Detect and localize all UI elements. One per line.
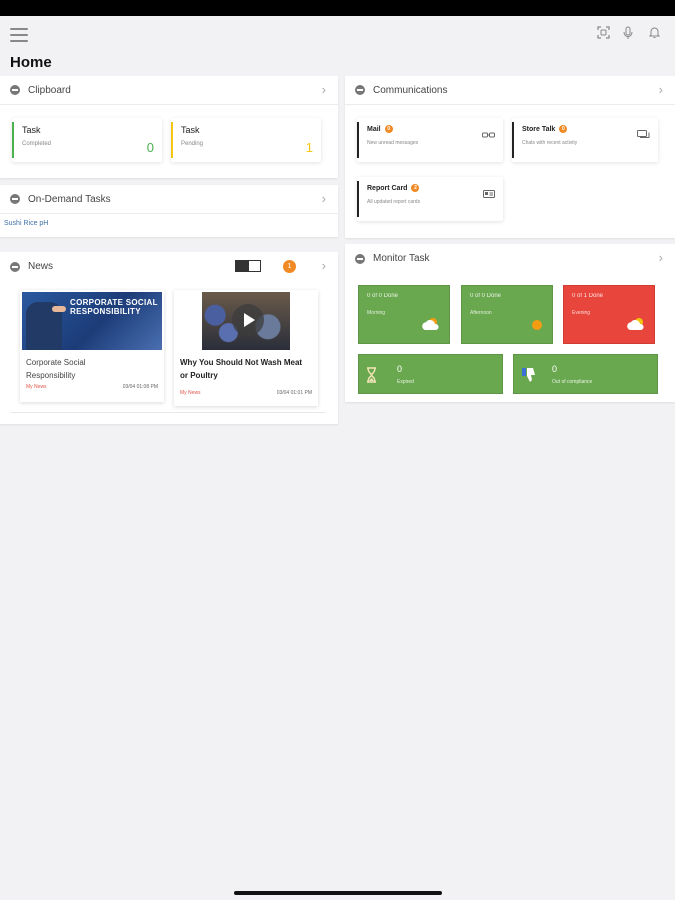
collapse-icon[interactable] [355, 85, 365, 95]
clipboard-card: Clipboard › Task Completed 0 Task Pendin… [0, 76, 338, 178]
tile-sub: Completed [22, 141, 52, 147]
clipboard-header[interactable]: Clipboard › [0, 76, 338, 105]
news-item-title: Corporate Social Responsibility [26, 358, 86, 380]
task-completed-tile[interactable]: Task Completed 0 [12, 118, 162, 162]
tile-count: 0 [146, 140, 154, 155]
bell-icon[interactable] [648, 26, 661, 40]
chevron-right-icon[interactable]: › [322, 82, 326, 97]
menu-icon[interactable] [10, 28, 28, 42]
tile-badge: 0 [384, 125, 393, 133]
news-thumbnail: CORPORATE SOCIAL RESPONSIBILITY [22, 292, 162, 350]
tile-sub: Pending [181, 141, 204, 147]
sun-icon [530, 318, 544, 337]
collapse-icon[interactable] [10, 85, 20, 95]
monitor-title: Monitor Task [373, 253, 430, 264]
collapse-icon[interactable] [10, 261, 20, 272]
afternoon-tile[interactable]: 0 of 0 Done Afternoon [461, 285, 553, 344]
home-indicator[interactable] [234, 891, 442, 895]
tile-count: 1 [305, 140, 313, 155]
microphone-icon[interactable] [623, 26, 635, 40]
cloud-sun-icon [626, 316, 646, 337]
chat-icon [637, 126, 650, 144]
tile-status: 0 of 0 Done [470, 293, 502, 299]
tile-label: Expired [397, 379, 414, 385]
ondemand-title: On-Demand Tasks [28, 193, 111, 205]
tile-badge: 2 [411, 184, 420, 192]
monitor-header[interactable]: Monitor Task › [345, 244, 675, 273]
tile-label: Store Talk [522, 125, 556, 133]
ondemand-card: On-Demand Tasks › Sushi Rice pH [0, 185, 338, 237]
morning-tile[interactable]: 0 of 0 Done Morning [358, 285, 450, 344]
news-date: 03/04 01:01 PM [276, 390, 312, 396]
id-card-icon [483, 185, 495, 203]
pointing-hand [52, 306, 66, 312]
tile-sub: Chats with recent activity [522, 140, 578, 146]
communications-card: Communications › Mail 0 New unread messag… [345, 76, 675, 238]
news-item-title: Why You Should Not Wash Meat or Poultry [180, 358, 303, 380]
hourglass-icon [366, 367, 377, 388]
clipboard-title: Clipboard [28, 84, 71, 96]
glasses-icon [482, 126, 495, 144]
tile-sub: All updated report cards [367, 199, 421, 205]
news-source: My News [26, 384, 47, 390]
tile-label: Mail [367, 125, 381, 133]
news-item-1[interactable]: CORPORATE SOCIAL RESPONSIBILITY Corporat… [20, 290, 164, 402]
top-bar: Home [0, 16, 675, 76]
thumbs-down-icon [521, 367, 537, 388]
ondemand-header[interactable]: On-Demand Tasks › [0, 185, 338, 214]
report-card-tile[interactable]: Report Card 2 All updated report cards [357, 177, 503, 221]
page-title: Home [10, 54, 52, 71]
partly-cloudy-icon [421, 316, 441, 337]
video-thumbnail [202, 292, 290, 350]
expired-tile[interactable]: 0 Expired [358, 354, 503, 394]
communications-header[interactable]: Communications › [345, 76, 675, 105]
store-talk-tile[interactable]: Store Talk 0 Chats with recent activity [512, 118, 658, 162]
news-header[interactable]: News 1 › [0, 252, 338, 281]
chevron-right-icon[interactable]: › [322, 191, 326, 206]
tile-count: 0 [397, 364, 403, 374]
chevron-right-icon[interactable]: › [322, 258, 326, 273]
view-toggle-icon[interactable] [235, 260, 261, 272]
task-pending-tile[interactable]: Task Pending 1 [171, 118, 321, 162]
mail-tile[interactable]: Mail 0 New unread messages [357, 118, 503, 162]
news-item-2[interactable]: Why You Should Not Wash Meat or Poultry … [174, 290, 318, 406]
tile-sub: New unread messages [367, 140, 419, 146]
tile-badge: 0 [559, 125, 568, 133]
news-source: My News [180, 390, 201, 396]
news-title: News [28, 261, 54, 272]
tile-label: Task [181, 125, 200, 135]
news-badge: 1 [283, 260, 296, 273]
play-icon[interactable] [232, 304, 264, 336]
status-bar [0, 0, 675, 16]
news-card: News 1 › CORPORATE SOCIAL RESPONSIBILITY… [0, 252, 338, 424]
chevron-right-icon[interactable]: › [659, 250, 663, 265]
communications-title: Communications [373, 84, 448, 96]
tile-accent [357, 181, 359, 217]
tile-count: 0 [552, 364, 558, 374]
tile-accent [12, 122, 14, 158]
tile-status: 0 of 0 Done [367, 293, 399, 299]
tile-period: Morning [367, 310, 386, 316]
ondemand-item[interactable]: Sushi Rice pH [4, 220, 48, 227]
divider [10, 412, 326, 413]
collapse-icon[interactable] [10, 194, 20, 204]
tile-status: 0 of 1 Done [572, 293, 604, 299]
tile-accent [171, 122, 173, 158]
tile-accent [512, 122, 514, 158]
tile-label: Out of compliance [552, 379, 593, 385]
chevron-right-icon[interactable]: › [659, 82, 663, 97]
tile-period: Afternoon [470, 310, 492, 316]
tile-label: Report Card [367, 184, 408, 192]
tile-accent [357, 122, 359, 158]
tile-period: Evening [572, 310, 591, 316]
evening-tile[interactable]: 0 of 1 Done Evening [563, 285, 655, 344]
monitor-task-card: Monitor Task › 0 of 0 Done Morning 0 of … [345, 244, 675, 402]
tile-label: Task [22, 125, 41, 135]
news-date: 03/04 01:08 PM [122, 384, 158, 390]
out-of-compliance-tile[interactable]: 0 Out of compliance [513, 354, 658, 394]
collapse-icon[interactable] [355, 253, 365, 264]
scan-icon[interactable] [597, 26, 610, 40]
thumbnail-text: CORPORATE SOCIAL RESPONSIBILITY [70, 298, 158, 316]
